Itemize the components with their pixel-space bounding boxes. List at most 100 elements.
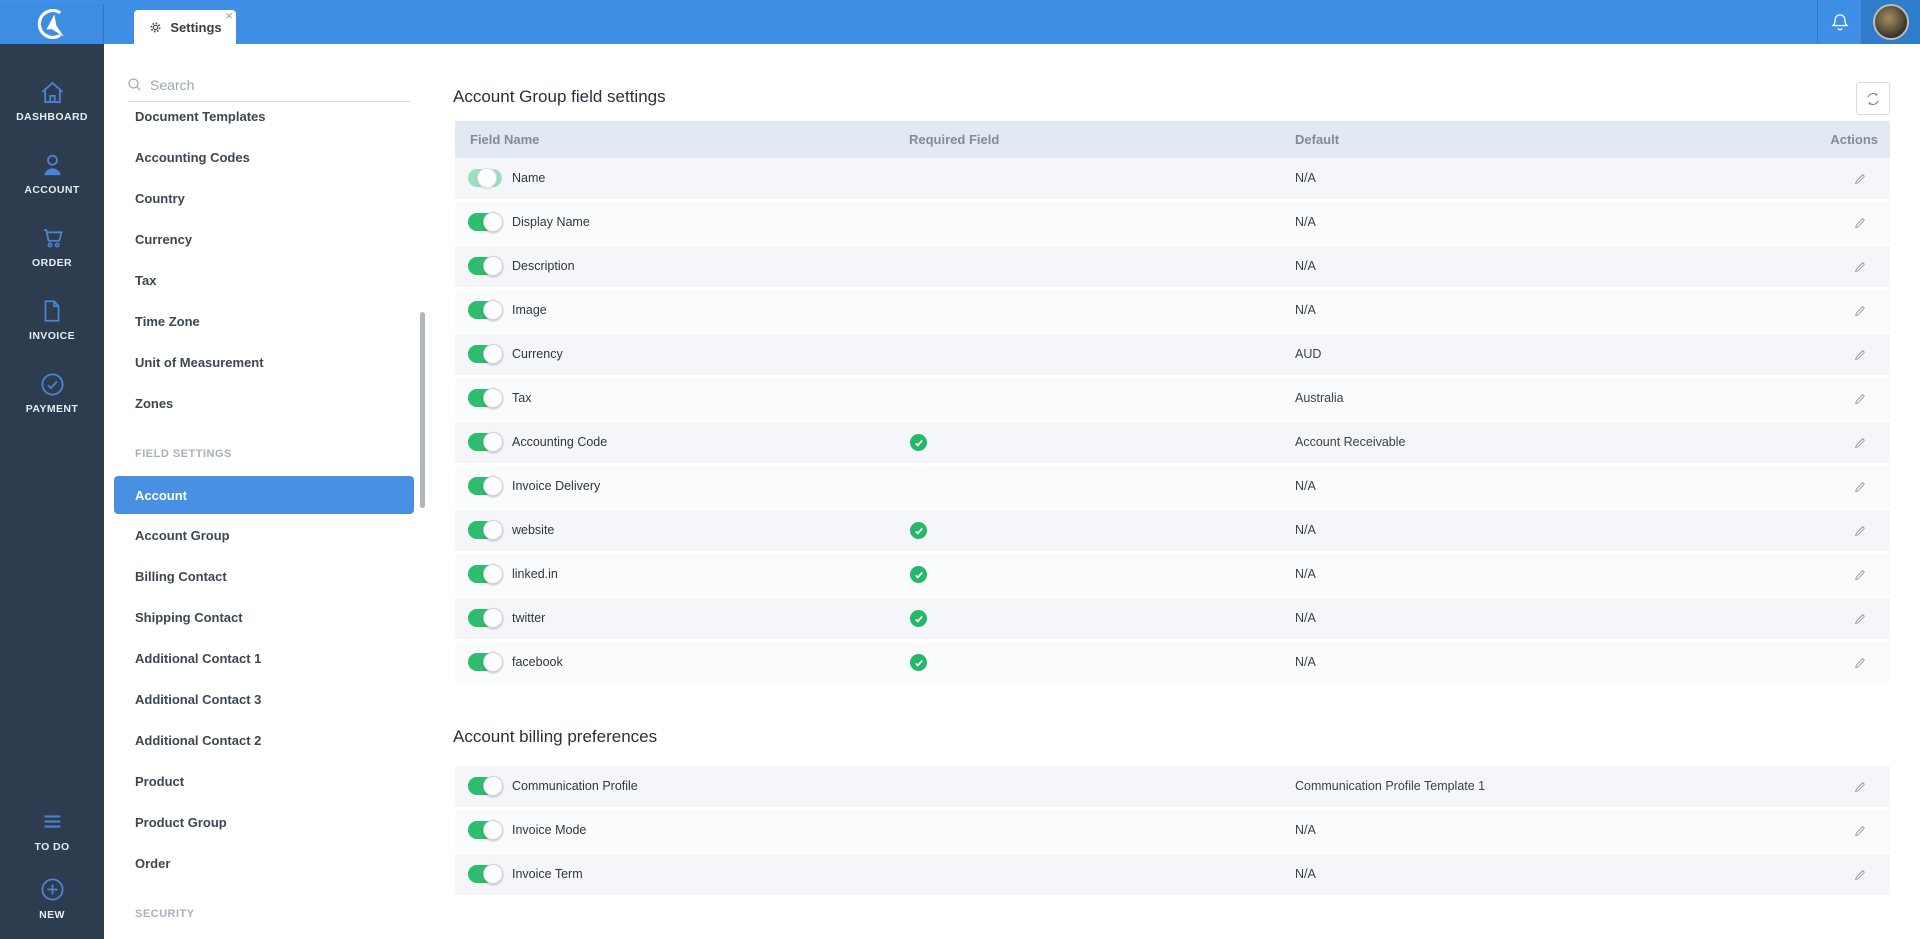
table-row-description: DescriptionN/A bbox=[455, 246, 1890, 287]
menu-item-billing-contact[interactable]: Billing Contact bbox=[104, 556, 430, 597]
field-label: Invoice Term bbox=[512, 867, 583, 881]
table-row-invoice-mode: Invoice ModeN/A bbox=[455, 810, 1890, 851]
rail-item-to-do[interactable]: TO DO bbox=[0, 801, 104, 859]
edit-button-tax[interactable] bbox=[1851, 390, 1869, 408]
field-settings-table: NameN/ADisplay NameN/ADescriptionN/AImag… bbox=[455, 158, 1890, 686]
settings-menu: Document TemplatesAccounting CodesCountr… bbox=[104, 44, 430, 939]
toggle-image[interactable] bbox=[468, 301, 502, 319]
edit-button-facebook[interactable] bbox=[1851, 654, 1869, 672]
toggle-invoice-term[interactable] bbox=[468, 865, 502, 883]
refresh-icon bbox=[1864, 90, 1882, 108]
toggle-twitter[interactable] bbox=[468, 609, 502, 627]
default-value: AUD bbox=[1295, 347, 1321, 361]
menu-item-account-group[interactable]: Account Group bbox=[104, 515, 430, 556]
menu-item-country[interactable]: Country bbox=[104, 178, 430, 219]
default-value: N/A bbox=[1295, 611, 1316, 625]
rail-item-dashboard[interactable]: DASHBOARD bbox=[0, 64, 104, 137]
rail-item-invoice[interactable]: INVOICE bbox=[0, 283, 104, 356]
menu-item-account[interactable]: Account bbox=[114, 476, 414, 514]
toggle-display-name[interactable] bbox=[468, 213, 502, 231]
menu-item-additional-contact-3[interactable]: Additional Contact 3 bbox=[104, 679, 430, 720]
toggle-knob bbox=[483, 820, 503, 840]
menu-item-document-templates[interactable]: Document Templates bbox=[104, 96, 430, 137]
edit-button-description[interactable] bbox=[1851, 258, 1869, 276]
edit-button-currency[interactable] bbox=[1851, 346, 1869, 364]
toggle-knob bbox=[483, 212, 503, 232]
tab-settings-label: Settings bbox=[170, 20, 221, 35]
default-value: N/A bbox=[1295, 867, 1316, 881]
table-row-display-name: Display NameN/A bbox=[455, 202, 1890, 243]
refresh-button[interactable] bbox=[1856, 82, 1890, 115]
tab-settings[interactable]: Settings × bbox=[134, 10, 236, 44]
menu-item-time-zone[interactable]: Time Zone bbox=[104, 301, 430, 342]
plus-circle-icon bbox=[39, 876, 66, 904]
edit-button-name[interactable] bbox=[1851, 170, 1869, 188]
edit-button-display-name[interactable] bbox=[1851, 214, 1869, 232]
field-label: twitter bbox=[512, 611, 545, 625]
table-header: Field Name Required Field Default Action… bbox=[455, 121, 1890, 158]
menu-item-unit-of-measurement[interactable]: Unit of Measurement bbox=[104, 342, 430, 383]
toggle-invoice-delivery[interactable] bbox=[468, 477, 502, 495]
toggle-facebook[interactable] bbox=[468, 653, 502, 671]
user-menu[interactable] bbox=[1862, 0, 1920, 44]
edit-button-image[interactable] bbox=[1851, 302, 1869, 320]
edit-button-linked-in[interactable] bbox=[1851, 566, 1869, 584]
default-value: N/A bbox=[1295, 259, 1316, 273]
menu-item-tax[interactable]: Tax bbox=[104, 260, 430, 301]
edit-button-website[interactable] bbox=[1851, 522, 1869, 540]
rail-item-label: TO DO bbox=[34, 841, 69, 853]
rail-item-account[interactable]: ACCOUNT bbox=[0, 137, 104, 210]
rail-item-label: PAYMENT bbox=[26, 403, 78, 415]
field-label: website bbox=[512, 523, 554, 537]
toggle-invoice-mode[interactable] bbox=[468, 821, 502, 839]
default-value: N/A bbox=[1295, 303, 1316, 317]
menu-item-additional-contact-2[interactable]: Additional Contact 2 bbox=[104, 720, 430, 761]
rail-item-order[interactable]: ORDER bbox=[0, 210, 104, 283]
logo-icon bbox=[33, 5, 71, 43]
menu-item-currency[interactable]: Currency bbox=[104, 219, 430, 260]
table-row-communication-profile: Communication ProfileCommunication Profi… bbox=[455, 766, 1890, 807]
toggle-knob bbox=[483, 476, 503, 496]
toggle-communication-profile[interactable] bbox=[468, 777, 502, 795]
toggle-knob bbox=[483, 388, 503, 408]
app-logo[interactable] bbox=[0, 4, 104, 44]
toggle-knob bbox=[483, 564, 503, 584]
edit-button-accounting-code[interactable] bbox=[1851, 434, 1869, 452]
edit-button-invoice-term[interactable] bbox=[1851, 866, 1869, 884]
toggle-linked-in[interactable] bbox=[468, 565, 502, 583]
menu-item-additional-contact-1[interactable]: Additional Contact 1 bbox=[104, 638, 430, 679]
column-default: Default bbox=[1295, 132, 1339, 147]
toggle-knob bbox=[483, 256, 503, 276]
topbar-right bbox=[1817, 0, 1920, 44]
toggle-description[interactable] bbox=[468, 257, 502, 275]
edit-button-communication-profile[interactable] bbox=[1851, 778, 1869, 796]
notifications-button[interactable] bbox=[1818, 0, 1861, 44]
check-circle-icon bbox=[39, 370, 66, 398]
menu-item-product-group[interactable]: Product Group bbox=[104, 802, 430, 843]
toggle-currency[interactable] bbox=[468, 345, 502, 363]
rail-item-new[interactable]: NEW bbox=[0, 869, 104, 927]
menu-item-zones[interactable]: Zones bbox=[104, 383, 430, 424]
menu-item-product[interactable]: Product bbox=[104, 761, 430, 802]
tab-close-icon[interactable]: × bbox=[225, 9, 233, 22]
table-row-name: NameN/A bbox=[455, 158, 1890, 199]
search-input[interactable] bbox=[150, 73, 390, 97]
toggle-website[interactable] bbox=[468, 521, 502, 539]
edit-button-twitter[interactable] bbox=[1851, 610, 1869, 628]
menu-item-accounting-codes[interactable]: Accounting Codes bbox=[104, 137, 430, 178]
toggle-accounting-code[interactable] bbox=[468, 433, 502, 451]
menu-item-order[interactable]: Order bbox=[104, 843, 430, 884]
home-icon bbox=[39, 78, 66, 106]
field-label: Communication Profile bbox=[512, 779, 638, 793]
table-row-accounting-code: Accounting CodeAccount Receivable bbox=[455, 422, 1890, 463]
rail-item-payment[interactable]: PAYMENT bbox=[0, 356, 104, 429]
menu-scrollbar-thumb[interactable] bbox=[420, 312, 425, 508]
rail-item-label: DASHBOARD bbox=[16, 111, 88, 123]
toggle-tax[interactable] bbox=[468, 389, 502, 407]
field-label: Tax bbox=[512, 391, 531, 405]
menu-item-shipping-contact[interactable]: Shipping Contact bbox=[104, 597, 430, 638]
toggle-name[interactable] bbox=[468, 169, 502, 187]
topbar: Settings × bbox=[0, 0, 1920, 44]
edit-button-invoice-mode[interactable] bbox=[1851, 822, 1869, 840]
edit-button-invoice-delivery[interactable] bbox=[1851, 478, 1869, 496]
